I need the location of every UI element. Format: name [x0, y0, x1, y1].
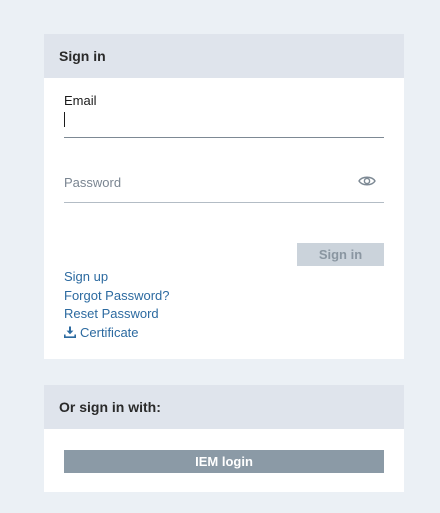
- password-input[interactable]: [64, 172, 344, 192]
- account-links: Sign up Forgot Password? Reset Password …: [64, 268, 170, 342]
- email-input[interactable]: [64, 110, 364, 132]
- sign-in-card: Sign in Email Sign in Sign up Forgot Pas…: [44, 34, 404, 359]
- reset-password-link[interactable]: Reset Password: [64, 305, 170, 324]
- password-field[interactable]: [64, 164, 384, 203]
- alternate-sign-in-card: Or sign in with: IEM login: [44, 385, 404, 492]
- sign-up-link[interactable]: Sign up: [64, 268, 170, 287]
- certificate-link[interactable]: Certificate: [64, 324, 170, 343]
- alternate-sign-in-header: Or sign in with:: [44, 385, 404, 429]
- certificate-link-label: Certificate: [80, 324, 139, 340]
- download-icon: [64, 325, 76, 338]
- forgot-password-link[interactable]: Forgot Password?: [64, 287, 170, 306]
- text-caret: [64, 112, 65, 127]
- email-label: Email: [64, 93, 97, 108]
- sign-in-title: Sign in: [59, 48, 106, 64]
- iem-login-button[interactable]: IEM login: [64, 450, 384, 473]
- alternate-sign-in-title: Or sign in with:: [59, 399, 161, 415]
- sign-in-button[interactable]: Sign in: [297, 243, 384, 266]
- email-field[interactable]: Email: [64, 93, 384, 138]
- sign-in-header: Sign in: [44, 34, 404, 78]
- eye-icon[interactable]: [358, 174, 376, 188]
